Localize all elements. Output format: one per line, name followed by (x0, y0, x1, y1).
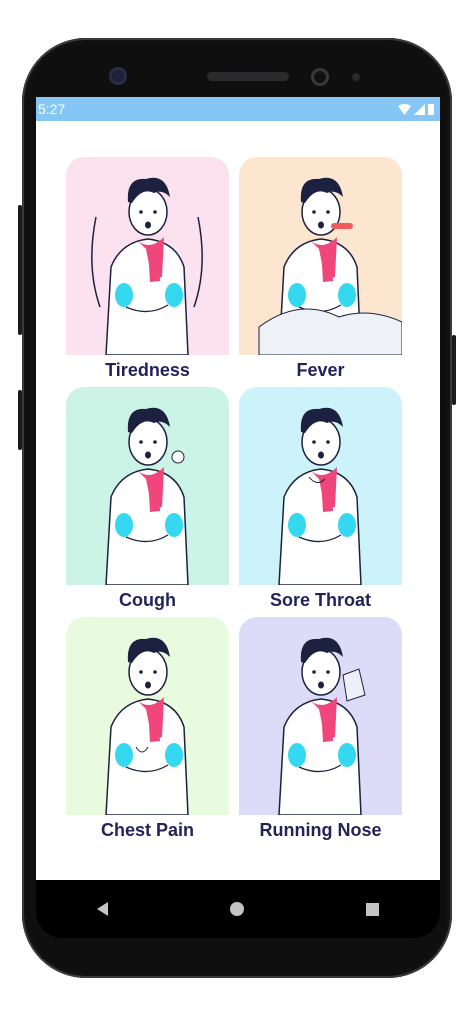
symptom-label: Cough (119, 590, 176, 610)
navigation-bar (36, 880, 440, 938)
power-button (452, 335, 456, 405)
symptom-card-tiredness[interactable]: Tiredness (66, 157, 229, 387)
earpiece-speaker (207, 72, 289, 81)
bixby-button (18, 390, 22, 450)
sore-throat-illustration (239, 387, 402, 585)
symptom-label: Fever (296, 360, 345, 380)
symptom-card-running-nose[interactable]: Running Nose (239, 617, 402, 847)
app-screen: 5:27 Tiredness Fever Cough Sore Throat C… (36, 97, 440, 880)
symptom-card-cough[interactable]: Cough (66, 387, 229, 617)
fever-illustration (239, 157, 402, 355)
iris-sensor-icon (311, 68, 329, 86)
symptom-grid: Tiredness Fever Cough Sore Throat Chest … (66, 157, 402, 847)
battery-icon (428, 104, 434, 115)
chest-pain-illustration (66, 617, 229, 815)
symptom-card-fever[interactable]: Fever (239, 157, 402, 387)
wifi-icon (398, 103, 411, 115)
status-bar: 5:27 (36, 97, 440, 121)
front-camera-icon (109, 67, 127, 85)
tiredness-illustration (66, 157, 229, 355)
back-icon[interactable] (97, 902, 108, 916)
symptom-label: Tiredness (105, 360, 190, 380)
status-time: 5:27 (38, 101, 66, 117)
symptom-label: Sore Throat (269, 590, 371, 610)
proximity-sensor (352, 73, 360, 81)
recent-apps-icon[interactable] (366, 902, 379, 916)
volume-button (18, 205, 22, 335)
running-nose-illustration (239, 617, 402, 815)
signal-icon (414, 103, 425, 115)
symptom-label: Chest Pain (100, 820, 195, 840)
cough-illustration (66, 387, 229, 585)
home-icon[interactable] (230, 902, 244, 916)
symptom-card-sore-throat[interactable]: Sore Throat (239, 387, 402, 617)
symptom-card-chest-pain[interactable]: Chest Pain (66, 617, 229, 847)
symptom-label: Running Nose (259, 820, 382, 840)
